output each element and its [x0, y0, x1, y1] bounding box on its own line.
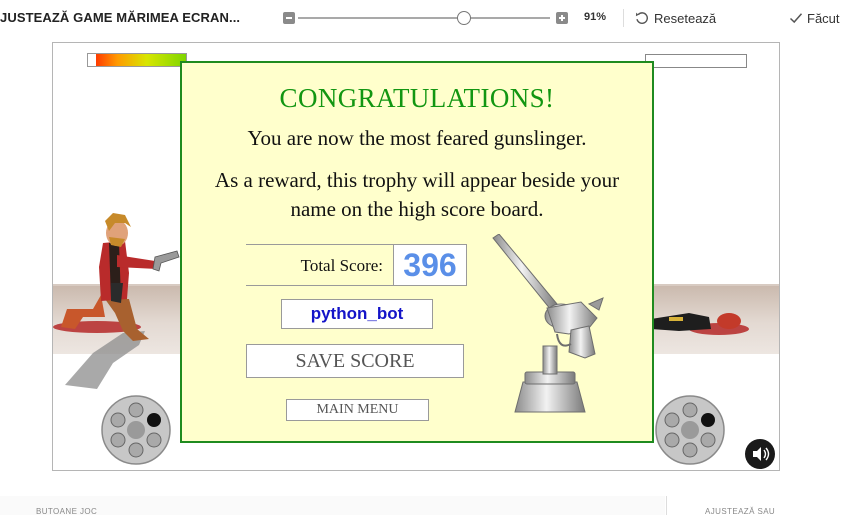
score-value-box: 396: [393, 244, 467, 286]
enemy-ammo-cylinder: [655, 395, 725, 465]
game-buttons-panel: [0, 496, 665, 515]
congratulations-dialog: CONGRATULATIONS! You are now the most fe…: [180, 61, 654, 443]
save-score-button[interactable]: SAVE SCORE: [246, 344, 464, 378]
zoom-out-button[interactable]: [283, 12, 295, 24]
toolbar-divider: [623, 9, 624, 27]
enemy-health-bar: [645, 54, 747, 68]
zoom-slider-track[interactable]: [298, 17, 550, 19]
score-label: Total Score:: [300, 256, 383, 275]
screen-size-title: JUSTEAZĂ GAME MĂRIMEA ECRAN...: [0, 10, 241, 25]
score-label-box: Total Score:: [246, 244, 393, 286]
player-name-input[interactable]: [281, 299, 433, 329]
done-label: Făcut: [807, 10, 840, 26]
dialog-reward-message: As a reward, this trophy will appear bes…: [214, 168, 620, 221]
total-score-row: Total Score: 396: [246, 244, 467, 286]
revolver-trophy-icon: [492, 234, 604, 413]
main-menu-button[interactable]: MAIN MENU: [286, 399, 429, 421]
cowboy-player: [53, 213, 180, 389]
reset-icon: [634, 10, 650, 26]
top-toolbar: JUSTEAZĂ GAME MĂRIMEA ECRAN... 91% Reset…: [0, 0, 845, 36]
fallen-outlaw: [651, 313, 749, 335]
sound-toggle-button[interactable]: [745, 439, 775, 469]
reset-button[interactable]: Resetează: [634, 9, 716, 27]
player-ammo-cylinder: [101, 395, 171, 465]
done-button[interactable]: Făcut: [789, 9, 840, 27]
game-buttons-label: BUTOANE JOC: [36, 507, 98, 515]
dialog-title: CONGRATULATIONS!: [279, 83, 555, 113]
game-stage[interactable]: CONGRATULATIONS! You are now the most fe…: [52, 42, 780, 471]
player-health-bar: [87, 53, 187, 67]
adjust-label: AJUSTEAZĂ SAU: [705, 507, 776, 515]
speaker-icon: [753, 447, 770, 461]
reset-label: Resetează: [654, 10, 717, 26]
zoom-percent: 91%: [584, 11, 607, 23]
score-value: 396: [403, 247, 457, 283]
zoom-slider-thumb[interactable]: [457, 11, 472, 25]
bottom-panel: BUTOANE JOC AJUSTEAZĂ SAU: [0, 496, 845, 515]
zoom-in-button[interactable]: [556, 12, 568, 24]
dialog-message: You are now the most feared gunslinger.: [247, 126, 587, 150]
check-icon: [789, 11, 803, 25]
bottom-divider: [666, 496, 667, 515]
